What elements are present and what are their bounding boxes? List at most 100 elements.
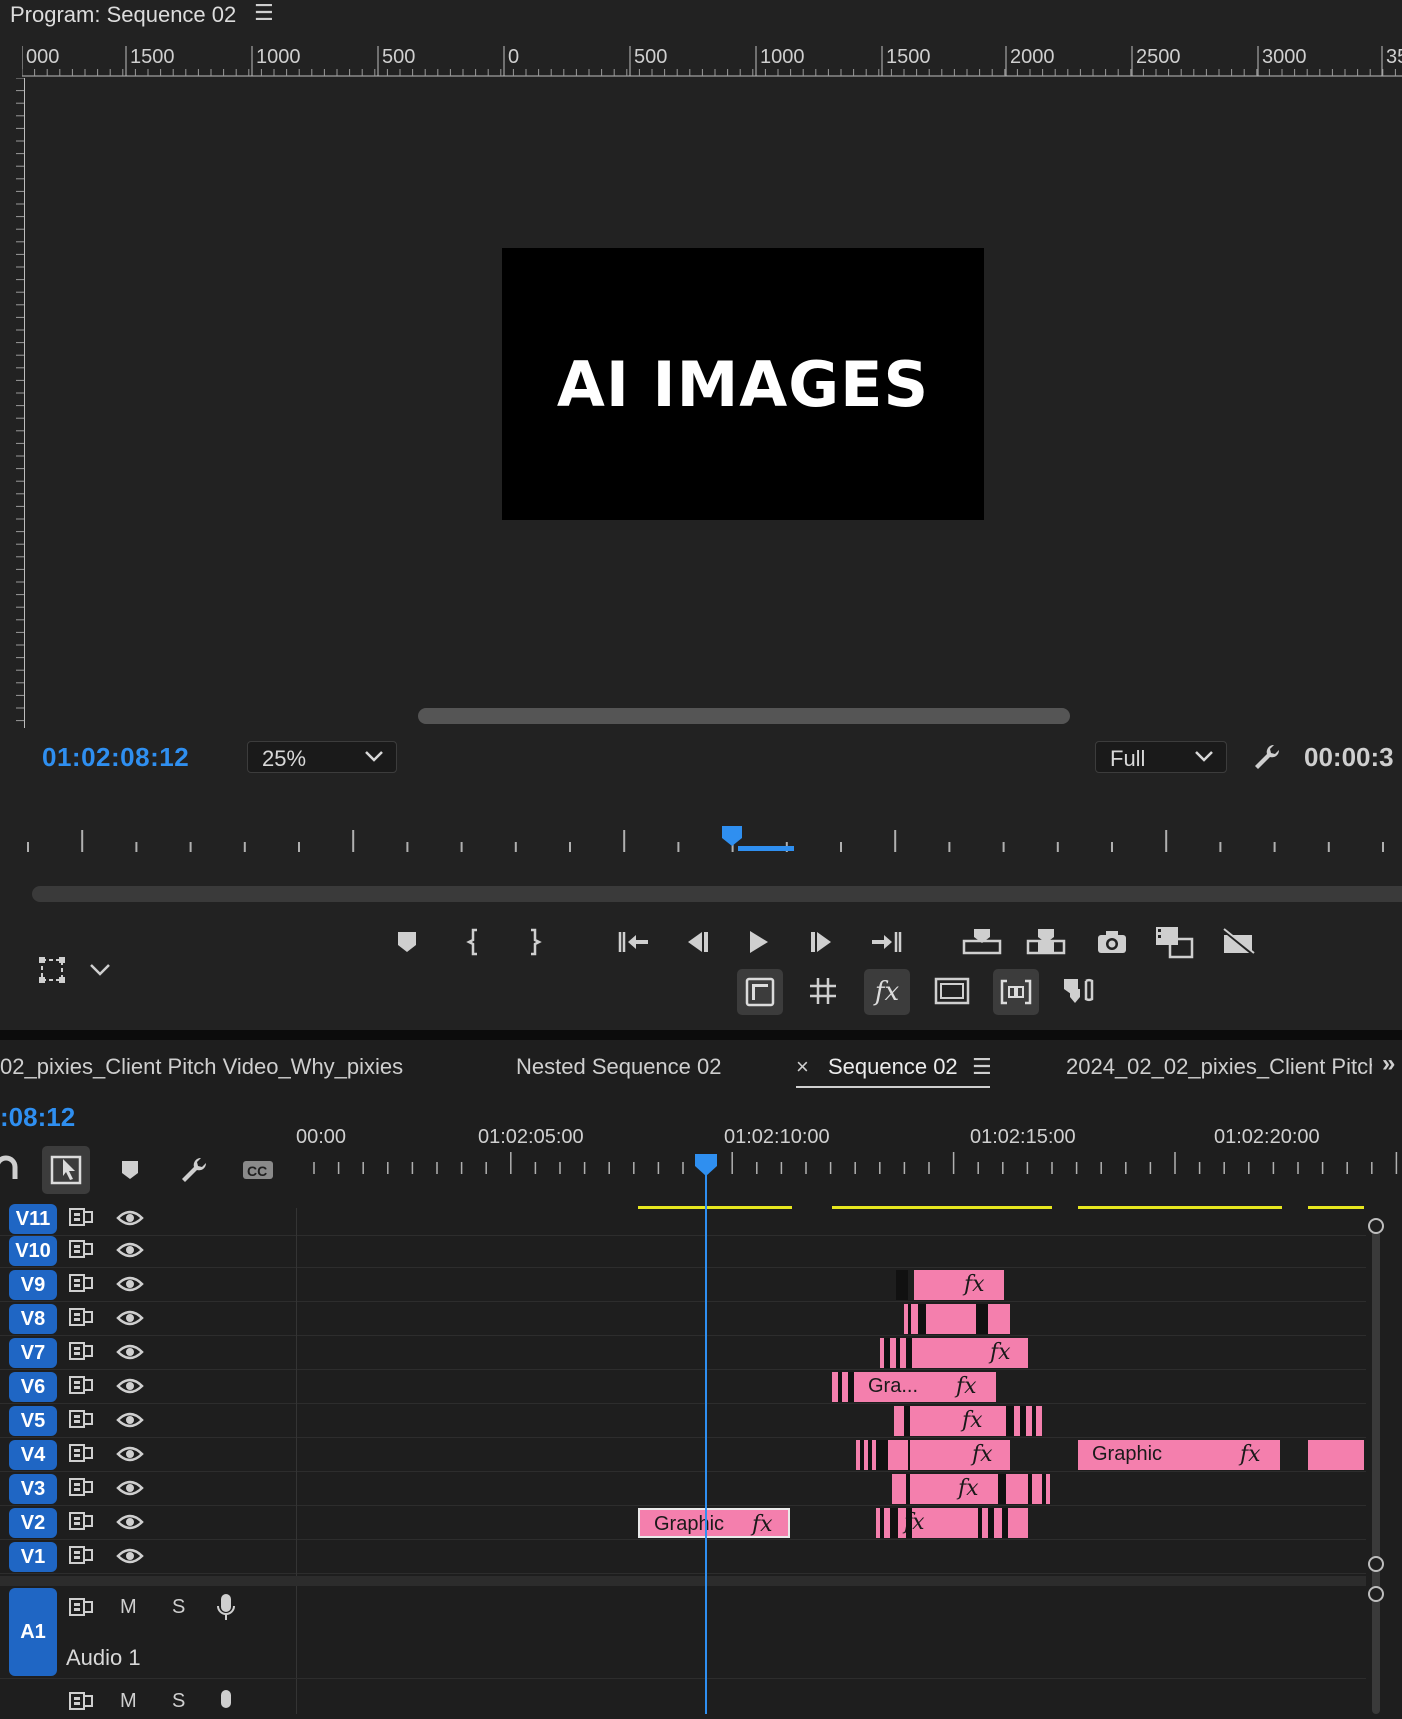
- grid-icon[interactable]: [801, 969, 845, 1013]
- track-label-v7[interactable]: V7: [9, 1338, 57, 1368]
- zoom-dropdown[interactable]: 25%: [247, 741, 397, 773]
- monitor-horizontal-scrollbar[interactable]: [418, 708, 1070, 724]
- tab-nested-sequence[interactable]: Nested Sequence 02: [516, 1054, 722, 1080]
- transform-icon[interactable]: [30, 948, 74, 992]
- eye-visibility-icon[interactable]: [116, 1208, 144, 1233]
- mute-button[interactable]: M: [120, 1690, 137, 1713]
- linked-selection-icon[interactable]: [42, 1146, 90, 1194]
- monitor-zoom-scrollbar[interactable]: [32, 886, 1402, 902]
- solo-button[interactable]: S: [172, 1690, 185, 1713]
- audio-track-name[interactable]: Audio 1: [66, 1645, 141, 1671]
- quality-dropdown[interactable]: Full: [1095, 741, 1227, 773]
- vr-toggle-icon[interactable]: [993, 969, 1039, 1015]
- sync-lock-icon[interactable]: [68, 1206, 94, 1233]
- proxy-toggle-icon[interactable]: [1216, 920, 1260, 964]
- play-icon[interactable]: [736, 920, 780, 964]
- track-label-v6[interactable]: V6: [9, 1372, 57, 1402]
- sync-lock-icon[interactable]: [68, 1596, 94, 1623]
- monitor-time-ruler[interactable]: [0, 820, 1402, 860]
- playhead-timecode[interactable]: 01:02:08:12: [42, 742, 189, 773]
- step-forward-icon[interactable]: [800, 920, 844, 964]
- track-label-v1[interactable]: V1: [9, 1542, 57, 1572]
- fx-toggle-icon[interactable]: fx: [864, 969, 910, 1015]
- panel-divider[interactable]: [0, 1030, 1402, 1040]
- eye-visibility-icon[interactable]: [116, 1546, 144, 1571]
- insert-icon[interactable]: [960, 920, 1004, 964]
- multi-camera-icon[interactable]: [1058, 969, 1102, 1013]
- track-label-v2[interactable]: V2: [9, 1508, 57, 1538]
- sync-lock-icon[interactable]: [68, 1408, 94, 1435]
- track-row-v9[interactable]: V9: [0, 1268, 1366, 1302]
- voiceover-mic-icon[interactable]: [216, 1592, 236, 1627]
- clip-v7[interactable]: fx: [880, 1338, 1028, 1368]
- track-label-v11[interactable]: V11: [9, 1204, 57, 1234]
- eye-visibility-icon[interactable]: [116, 1478, 144, 1503]
- track-label-v10[interactable]: V10: [9, 1236, 57, 1266]
- go-to-out-icon[interactable]: [864, 920, 908, 964]
- track-label-v4[interactable]: V4: [9, 1440, 57, 1470]
- clip-v3[interactable]: fx: [892, 1474, 1050, 1504]
- timeline-settings-wrench-icon[interactable]: [172, 1148, 216, 1192]
- tab-close-icon[interactable]: ×: [796, 1054, 809, 1080]
- tab-sequence-02[interactable]: Sequence 02: [828, 1054, 958, 1080]
- sync-lock-icon[interactable]: [68, 1544, 94, 1571]
- playhead-marker-icon[interactable]: [720, 824, 796, 854]
- timeline-timecode[interactable]: :08:12: [0, 1102, 75, 1133]
- track-row-v11[interactable]: V11: [0, 1202, 1366, 1236]
- sync-lock-icon[interactable]: [68, 1510, 94, 1537]
- step-back-icon[interactable]: [675, 920, 719, 964]
- track-row-v6[interactable]: V6: [0, 1370, 1366, 1404]
- eye-visibility-icon[interactable]: [116, 1512, 144, 1537]
- video-audio-separator[interactable]: [0, 1576, 1366, 1586]
- sync-lock-icon[interactable]: [68, 1340, 94, 1367]
- clip-v9[interactable]: fx: [914, 1270, 1004, 1300]
- timeline-vertical-scrollbar[interactable]: [1372, 1220, 1380, 1714]
- track-row-v8[interactable]: V8: [0, 1302, 1366, 1336]
- add-marker-icon[interactable]: [385, 920, 429, 964]
- clip-v2-graphic-selected[interactable]: Graphic fx: [638, 1508, 790, 1538]
- settings-wrench-icon[interactable]: [1252, 742, 1282, 777]
- eye-visibility-icon[interactable]: [116, 1308, 144, 1333]
- sync-lock-icon[interactable]: [68, 1690, 94, 1717]
- eye-visibility-icon[interactable]: [116, 1444, 144, 1469]
- track-row-v3[interactable]: V3: [0, 1472, 1366, 1506]
- playhead-icon[interactable]: [693, 1152, 719, 1178]
- program-frame[interactable]: AI IMAGES: [502, 248, 984, 520]
- eye-visibility-icon[interactable]: [116, 1410, 144, 1435]
- mute-button[interactable]: M: [120, 1596, 137, 1619]
- eye-visibility-icon[interactable]: [116, 1240, 144, 1265]
- export-frame-camera-icon[interactable]: [1090, 920, 1134, 964]
- snap-magnet-icon[interactable]: [0, 1146, 28, 1190]
- panel-title[interactable]: Program: Sequence 02: [10, 2, 236, 28]
- sync-lock-icon[interactable]: [68, 1238, 94, 1265]
- mark-out-icon[interactable]: [511, 920, 555, 964]
- track-label-v3[interactable]: V3: [9, 1474, 57, 1504]
- tab-client-pitch[interactable]: 2024_02_02_pixies_Client Pitch: [1066, 1054, 1372, 1080]
- clip-v6[interactable]: Gra... fx: [832, 1372, 996, 1402]
- sync-lock-icon[interactable]: [68, 1272, 94, 1299]
- sync-lock-icon[interactable]: [68, 1374, 94, 1401]
- overwrite-icon[interactable]: [1024, 920, 1068, 964]
- track-row-v10[interactable]: V10: [0, 1234, 1366, 1268]
- tabs-overflow-icon[interactable]: »: [1382, 1050, 1395, 1078]
- scroll-handle-bottom[interactable]: [1368, 1556, 1384, 1572]
- solo-button[interactable]: S: [172, 1596, 185, 1619]
- clip-v4-end[interactable]: [1308, 1440, 1364, 1470]
- clip-v4-graphic[interactable]: Graphic fx: [1078, 1440, 1280, 1470]
- eye-visibility-icon[interactable]: [116, 1274, 144, 1299]
- sync-lock-icon[interactable]: [68, 1306, 94, 1333]
- voiceover-mic-icon[interactable]: [216, 1688, 236, 1719]
- audio-scroll-handle[interactable]: [1368, 1586, 1384, 1602]
- timeline-time-ruler[interactable]: [296, 1150, 1402, 1180]
- track-row-v5[interactable]: V5: [0, 1404, 1366, 1438]
- mark-in-icon[interactable]: [453, 920, 497, 964]
- chevron-down-icon[interactable]: [78, 948, 122, 992]
- sync-lock-icon[interactable]: [68, 1476, 94, 1503]
- eye-visibility-icon[interactable]: [116, 1376, 144, 1401]
- captions-cc-icon[interactable]: CC: [236, 1148, 280, 1192]
- safe-margins-icon[interactable]: [737, 969, 783, 1015]
- go-to-in-icon[interactable]: [612, 920, 656, 964]
- track-label-v5[interactable]: V5: [9, 1406, 57, 1436]
- panel-menu-icon[interactable]: ☰: [254, 0, 274, 26]
- track-label-a1[interactable]: A1: [9, 1588, 57, 1676]
